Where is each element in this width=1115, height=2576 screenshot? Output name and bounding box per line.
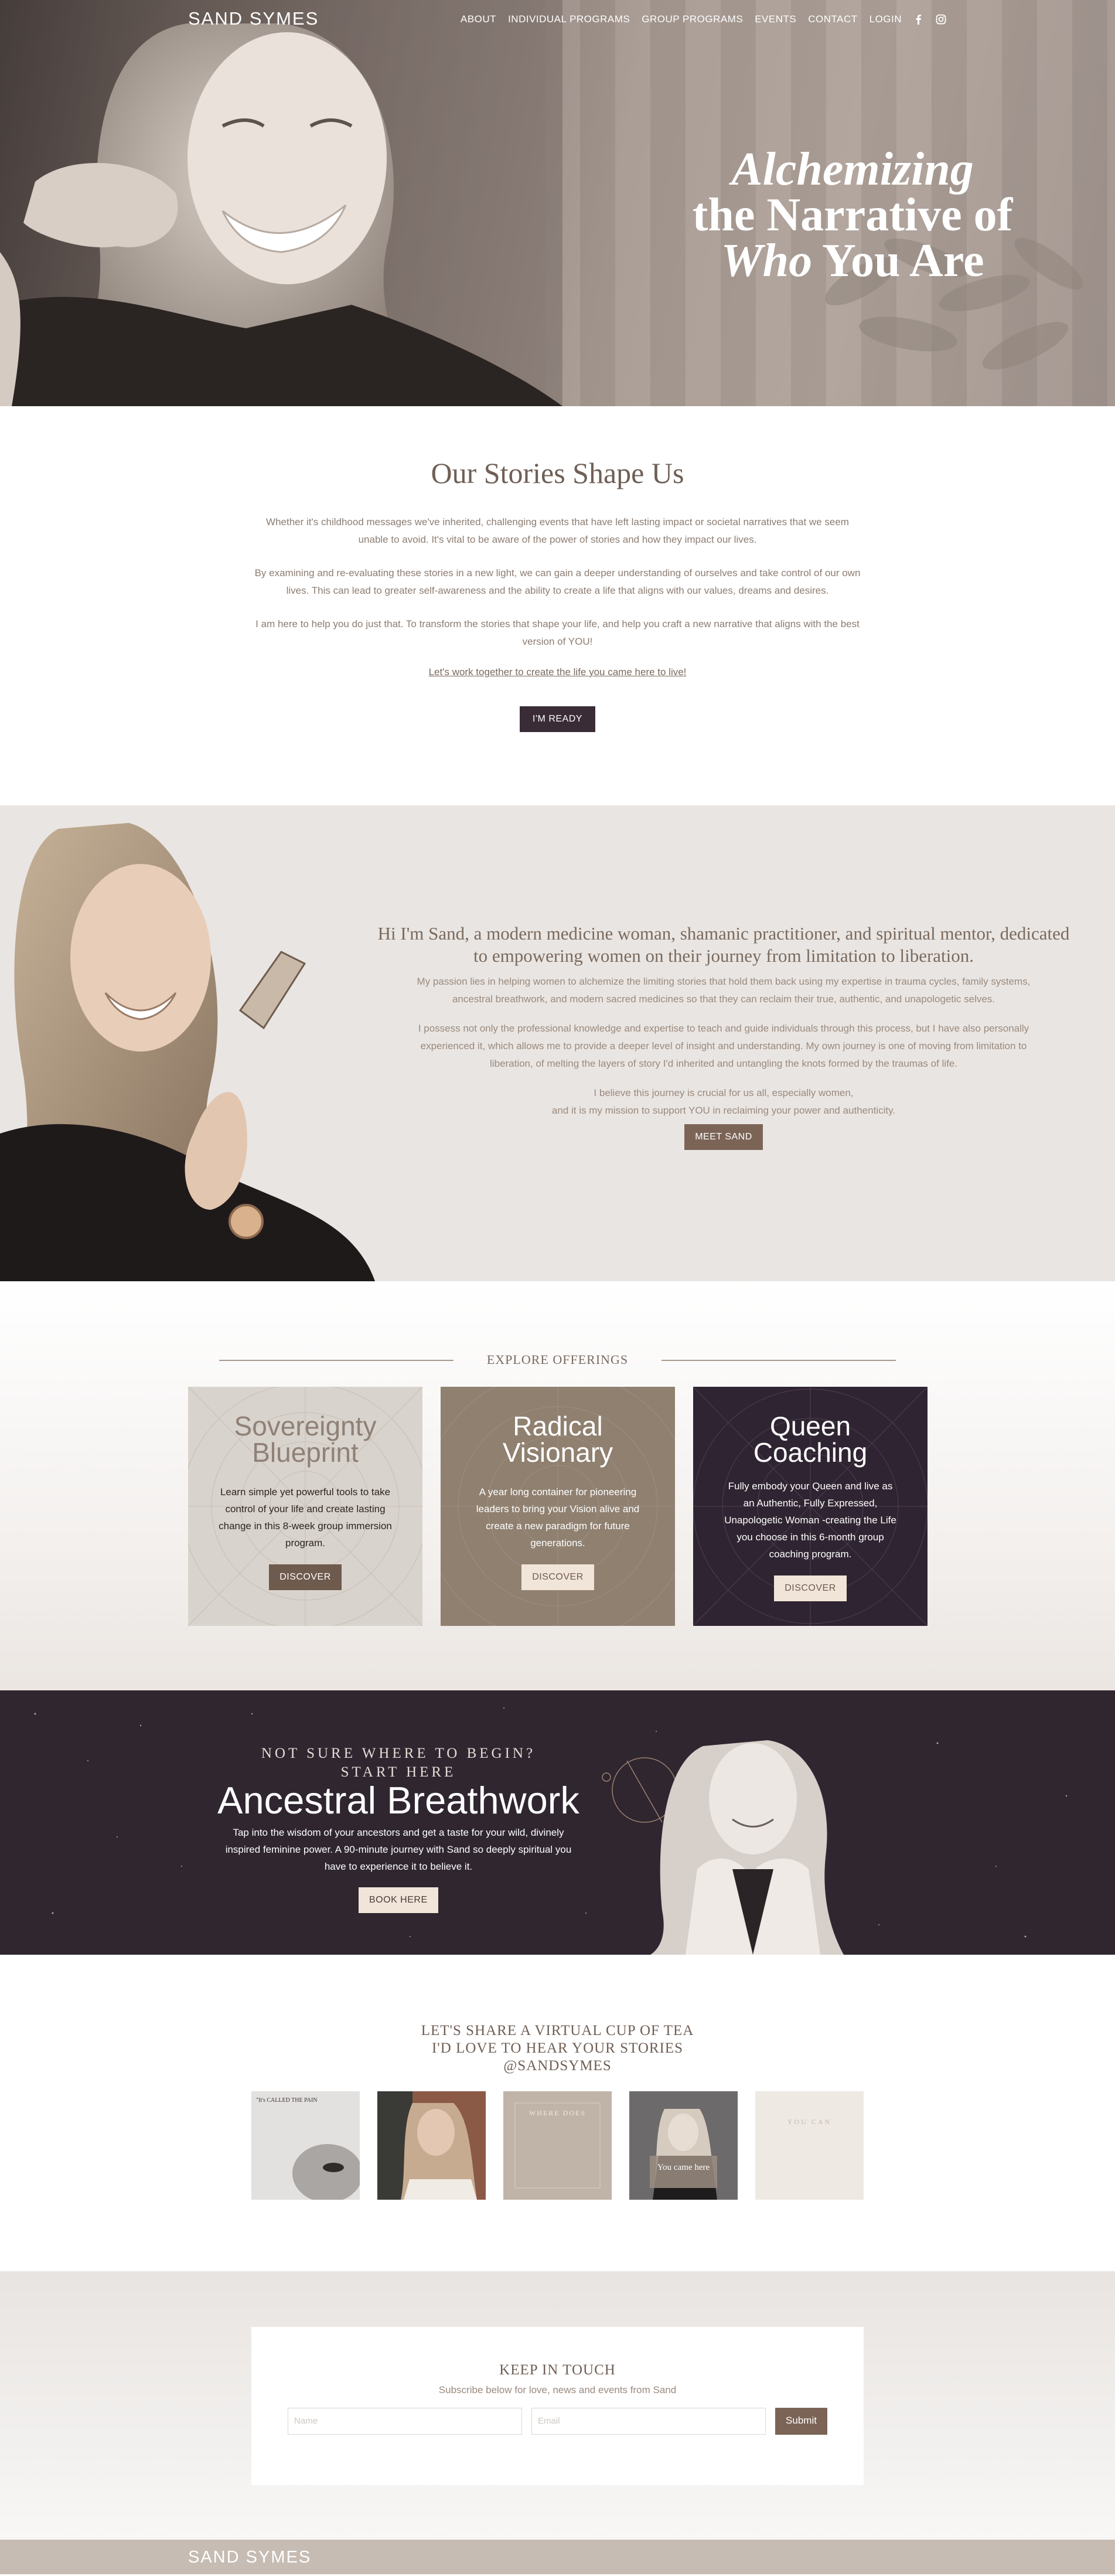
post-caption: "It's CALLED THE PAIN <box>256 2097 318 2104</box>
post-image <box>629 2091 738 2200</box>
starfield-background <box>34 1707 1068 1938</box>
nav-links: ABOUT INDIVIDUAL PROGRAMS GROUP PROGRAMS… <box>461 13 946 25</box>
offering-card-queen-coaching[interactable]: Queen Coaching Fully embody your Queen a… <box>693 1387 928 1626</box>
footer: SAND SYMES <box>0 2540 1115 2574</box>
instagram-grid: "It's CALLED THE PAIN WHERE DOES You cam… <box>0 2091 1115 2200</box>
stories-paragraph-3: I am here to help you do just that. To t… <box>255 618 860 647</box>
hero-line-3-italic: Who <box>721 235 813 287</box>
subscribe-form: KEEP IN TOUCH Subscribe below for love, … <box>251 2327 864 2485</box>
breathwork-description: Tap into the wisdom of your ancestors an… <box>225 1827 572 1872</box>
post-caption: YOU CAN <box>787 2118 832 2126</box>
post-image <box>251 2091 360 2200</box>
offerings-label: EXPLORE OFFERINGS <box>486 1352 629 1367</box>
stories-section: Our Stories Shape Us Whether it's childh… <box>0 406 1115 805</box>
instagram-post-5[interactable]: YOU CAN <box>755 2091 864 2200</box>
card-title-line-2: Coaching <box>753 1437 868 1468</box>
post-image <box>377 2091 486 2200</box>
post-caption: WHERE DOES <box>529 2109 586 2117</box>
nav-link-individual-programs[interactable]: INDIVIDUAL PROGRAMS <box>508 13 630 25</box>
card-title-line-1: Radical <box>513 1411 603 1441</box>
breathwork-section: NOT SURE WHERE TO BEGIN? START HERE Ance… <box>0 1690 1115 1955</box>
hero-section: SAND SYMES ABOUT INDIVIDUAL PROGRAMS GRO… <box>0 0 1115 406</box>
stories-title: Our Stories Shape Us <box>431 457 684 489</box>
divider-left <box>219 1360 453 1361</box>
hero-line-3-rest: You Are <box>812 235 984 287</box>
card-description: A year long container for pioneering lea… <box>476 1486 640 1549</box>
facebook-icon[interactable] <box>913 14 924 25</box>
about-paragraph-2: I possess not only the professional know… <box>418 1023 1029 1069</box>
instagram-icon[interactable] <box>936 14 946 25</box>
hero-portrait-image <box>0 0 562 406</box>
instagram-post-3[interactable]: WHERE DOES <box>503 2091 612 2200</box>
card-title-line-1: Queen <box>769 1411 851 1441</box>
stories-paragraph-1: Whether it's childhood messages we've in… <box>266 516 849 545</box>
about-section: Hi I'm Sand, a modern medicine woman, sh… <box>0 805 1115 1281</box>
instagram-post-4[interactable]: You came here <box>629 2091 738 2200</box>
nav-link-events[interactable]: EVENTS <box>755 13 796 25</box>
name-field[interactable]: Name <box>288 2408 523 2435</box>
breathwork-portrait-image <box>650 1740 844 1955</box>
offerings-header: EXPLORE OFFERINGS <box>219 1352 896 1367</box>
hero-line-2: the Narrative of <box>692 189 1013 241</box>
work-together-link[interactable]: Let's work together to create the life y… <box>429 666 687 678</box>
keep-in-touch-title: KEEP IN TOUCH <box>499 2362 616 2378</box>
post-caption: You came here <box>657 2163 710 2172</box>
email-field[interactable]: Email <box>531 2408 766 2435</box>
about-paragraph-3b: and it is my mission to support YOU in r… <box>551 1105 896 1116</box>
instagram-post-1[interactable]: "It's CALLED THE PAIN <box>251 2091 360 2200</box>
nav-link-contact[interactable]: CONTACT <box>808 13 857 25</box>
footer-logo[interactable]: SAND SYMES <box>188 2548 311 2567</box>
sand-portrait-image <box>0 823 375 1281</box>
insta-line-2: I'D LOVE TO HEAR YOUR STORIES <box>431 2040 684 2056</box>
instagram-post-2[interactable] <box>377 2091 486 2200</box>
about-paragraph-3a: I believe this journey is crucial for us… <box>594 1087 854 1098</box>
insta-handle[interactable]: @SANDSYMES <box>0 2057 1115 2075</box>
card-title-line-1: Sovereignty <box>234 1411 377 1441</box>
discover-button[interactable]: DISCOVER <box>521 1564 594 1590</box>
card-title-line-2: Visionary <box>502 1437 613 1468</box>
stories-paragraph-2: By examining and re-evaluating these sto… <box>254 567 861 596</box>
hero-headline: Alchemizing the Narrative of Who You Are <box>580 144 1115 287</box>
hero-line-1: Alchemizing <box>731 144 974 195</box>
divider-right <box>662 1360 896 1361</box>
nav-link-group-programs[interactable]: GROUP PROGRAMS <box>642 13 743 25</box>
form-row: Name Email Submit <box>251 2408 864 2435</box>
top-navigation: SAND SYMES ABOUT INDIVIDUAL PROGRAMS GRO… <box>0 0 1115 38</box>
nav-link-login[interactable]: LOGIN <box>870 13 902 25</box>
pretitle-line-1: NOT SURE WHERE TO BEGIN? <box>261 1745 536 1761</box>
about-heading: Hi I'm Sand, a modern medicine woman, sh… <box>377 923 1070 966</box>
hero-line-3: Who You Are <box>580 235 1115 287</box>
card-description: Learn simple yet powerful tools to take … <box>219 1486 392 1549</box>
im-ready-button[interactable]: I'M READY <box>520 706 595 732</box>
card-description: Fully embody your Queen and live as an A… <box>724 1481 896 1560</box>
about-text: Hi I'm Sand, a modern medicine woman, sh… <box>375 923 1072 1150</box>
breathwork-title: Ancestral Breathwork <box>217 1779 579 1822</box>
offering-card-radical-visionary[interactable]: Radical Visionary A year long container … <box>441 1387 675 1626</box>
discover-button[interactable]: DISCOVER <box>774 1575 847 1601</box>
nav-link-about[interactable]: ABOUT <box>461 13 496 25</box>
insta-line-1: LET'S SHARE A VIRTUAL CUP OF TEA <box>421 2023 694 2039</box>
site-logo[interactable]: SAND SYMES <box>188 8 319 29</box>
breathwork-pretitle: NOT SURE WHERE TO BEGIN? START HERE <box>223 1744 574 1782</box>
submit-button[interactable]: Submit <box>775 2408 827 2435</box>
meet-sand-button[interactable]: MEET SAND <box>684 1124 763 1150</box>
card-title-line-2: Blueprint <box>252 1437 359 1468</box>
instagram-section: LET'S SHARE A VIRTUAL CUP OF TEA I'D LOV… <box>0 1955 1115 2271</box>
about-paragraph-3: I believe this journey is crucial for us… <box>375 1084 1072 1119</box>
keep-in-touch-section: KEEP IN TOUCH Subscribe below for love, … <box>0 2271 1115 2540</box>
about-paragraph-1: My passion lies in helping women to alch… <box>417 976 1031 1005</box>
keep-in-touch-subtitle: Subscribe below for love, news and event… <box>438 2384 677 2395</box>
offerings-section: EXPLORE OFFERINGS Sovereignty Blueprint … <box>0 1281 1115 1690</box>
post-image <box>503 2091 612 2200</box>
book-here-button[interactable]: BOOK HERE <box>359 1887 438 1913</box>
discover-button[interactable]: DISCOVER <box>269 1564 342 1590</box>
offering-card-sovereignty[interactable]: Sovereignty Blueprint Learn simple yet p… <box>188 1387 422 1626</box>
